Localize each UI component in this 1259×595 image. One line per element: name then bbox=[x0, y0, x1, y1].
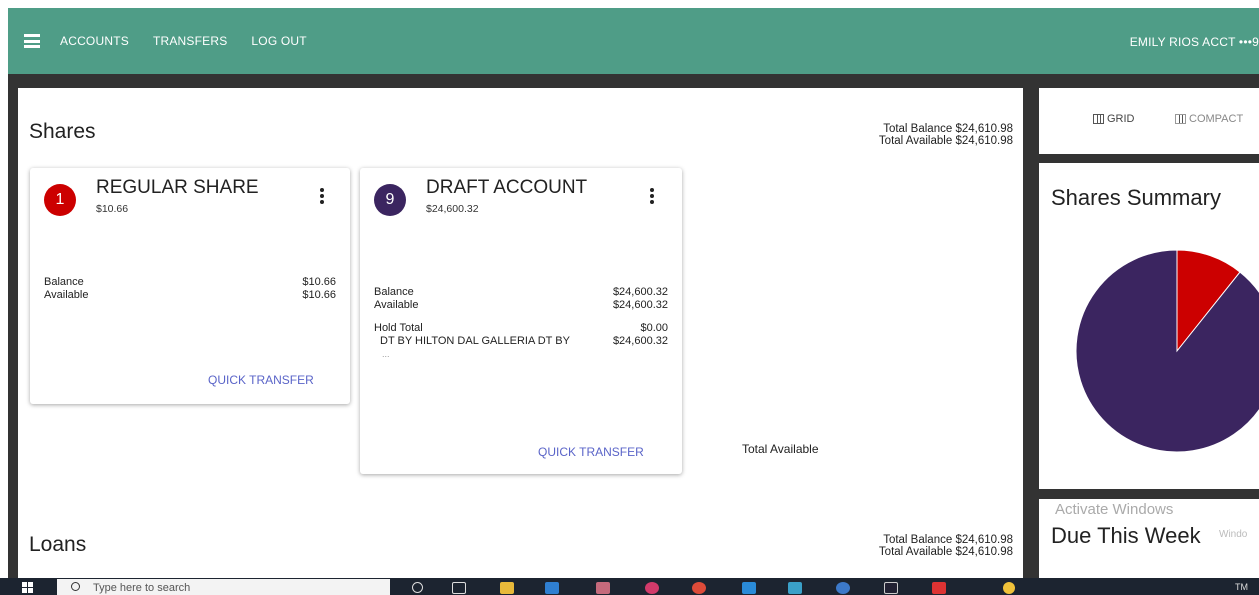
weather-icon[interactable] bbox=[1003, 582, 1015, 594]
row-value: $10.66 bbox=[302, 289, 336, 301]
loans-total-available-label: Total Available bbox=[878, 546, 953, 558]
shares-total-balance-label: Total Balance bbox=[883, 123, 953, 135]
loans-total-available-value: $24,610.98 bbox=[955, 546, 1013, 558]
nav-transfers[interactable]: TRANSFERS bbox=[153, 34, 227, 48]
balance-row: Balance $10.66 bbox=[44, 277, 336, 288]
more-options-icon[interactable] bbox=[320, 188, 324, 204]
windows-start-icon[interactable] bbox=[22, 582, 34, 593]
available-row: Available $10.66 bbox=[44, 290, 336, 301]
row-label: Balance bbox=[374, 286, 414, 298]
row-value: $10.66 bbox=[302, 276, 336, 288]
compact-icon bbox=[1175, 114, 1186, 124]
cortana-icon[interactable] bbox=[412, 582, 423, 593]
row-value: $24,600.32 bbox=[612, 335, 668, 347]
account-name: REGULAR SHARE bbox=[96, 177, 259, 198]
accounts-panel: Shares Total Balance $24,610.98 Total Av… bbox=[18, 88, 1023, 578]
nav-logout[interactable]: LOG OUT bbox=[251, 34, 306, 48]
shares-total-available-value: $24,610.98 bbox=[955, 135, 1013, 147]
loans-total-balance-value: $24,610.98 bbox=[955, 534, 1013, 546]
row-value: $0.00 bbox=[640, 322, 668, 334]
grid-label: GRID bbox=[1107, 113, 1135, 125]
chrome-icon[interactable] bbox=[692, 582, 706, 594]
account-badge: 1 bbox=[44, 184, 76, 216]
search-icon bbox=[71, 582, 80, 591]
photos-icon[interactable] bbox=[788, 582, 802, 594]
total-available-caption: Total Available bbox=[742, 442, 819, 456]
row-value: $24,600.32 bbox=[612, 286, 668, 298]
row-label: Balance bbox=[44, 276, 84, 288]
quick-transfer-button[interactable]: QUICK TRANSFER bbox=[538, 445, 644, 459]
shares-totals: Total Balance $24,610.98 Total Available… bbox=[879, 123, 1013, 147]
available-row: Available $24,600.32 bbox=[374, 300, 668, 311]
shares-total-available-label: Total Available bbox=[878, 135, 953, 147]
grid-view-button[interactable]: GRID bbox=[1093, 113, 1135, 125]
account-name: DRAFT ACCOUNT bbox=[426, 177, 588, 198]
more-options-icon[interactable] bbox=[650, 188, 654, 204]
due-this-week-title: Due This Week bbox=[1051, 523, 1201, 548]
windows-taskbar: Type here to search TM bbox=[0, 578, 1259, 595]
row-label: Available bbox=[44, 289, 89, 301]
due-this-week-panel: Activate Windows Due This Week Windo bbox=[1039, 499, 1259, 578]
account-badge: 9 bbox=[374, 184, 406, 216]
balance-row: Balance $24,600.32 bbox=[374, 287, 668, 298]
terminal-icon[interactable] bbox=[884, 582, 898, 594]
account-amount: $24,600.32 bbox=[426, 203, 479, 215]
task-view-icon[interactable] bbox=[452, 582, 466, 594]
row-label: Available bbox=[374, 299, 419, 311]
menu-icon[interactable] bbox=[24, 34, 40, 48]
acrobat-icon[interactable] bbox=[932, 582, 946, 594]
view-toggle-panel: GRID COMPACT bbox=[1039, 88, 1259, 154]
shares-heading: Shares bbox=[29, 120, 96, 143]
loans-total-balance-label: Total Balance bbox=[883, 534, 953, 546]
loans-heading: Loans bbox=[29, 533, 87, 556]
shares-total-balance-value: $24,610.98 bbox=[955, 123, 1013, 135]
row-label: DT BY HILTON DAL GALLERIA DT BY bbox=[380, 335, 570, 347]
hold-detail-row: DT BY HILTON DAL GALLERIA DT BY $24,600.… bbox=[380, 336, 668, 347]
tray-clock[interactable]: TM bbox=[1235, 582, 1248, 592]
grid-icon bbox=[1093, 114, 1104, 124]
account-card-draft-account: 9 DRAFT ACCOUNT $24,600.32 Balance $24,6… bbox=[360, 168, 682, 474]
user-account-menu[interactable]: EMILY RIOS ACCT •••9 bbox=[1130, 35, 1259, 49]
compact-view-button[interactable]: COMPACT bbox=[1175, 113, 1243, 125]
loans-totals: Total Balance $24,610.98 Total Available… bbox=[879, 534, 1013, 558]
hold-total-row: Hold Total $0.00 bbox=[374, 323, 668, 334]
account-card-regular-share: 1 REGULAR SHARE $10.66 Balance $10.66 Av… bbox=[30, 168, 350, 404]
row-label: Hold Total bbox=[374, 322, 423, 334]
row-value: $24,600.32 bbox=[612, 299, 668, 311]
mail-icon[interactable] bbox=[545, 582, 559, 594]
top-navigation-bar: ACCOUNTS TRANSFERS LOG OUT EMILY RIOS AC… bbox=[8, 8, 1259, 74]
hold-more-ellipsis: ... bbox=[382, 349, 668, 360]
activate-windows-watermark: Activate Windows bbox=[1055, 501, 1174, 518]
store-icon[interactable] bbox=[742, 582, 756, 594]
shares-pie-chart bbox=[1075, 249, 1259, 453]
quick-transfer-button[interactable]: QUICK TRANSFER bbox=[208, 373, 314, 387]
account-amount: $10.66 bbox=[96, 203, 129, 215]
ellipsis-text: ... bbox=[382, 349, 390, 359]
taskbar-search-placeholder: Type here to search bbox=[93, 582, 191, 594]
edge-icon[interactable] bbox=[836, 582, 850, 594]
nav-accounts[interactable]: ACCOUNTS bbox=[60, 34, 129, 48]
shares-summary-panel: Shares Summary bbox=[1039, 163, 1259, 489]
activate-windows-watermark-sub: Windo bbox=[1219, 529, 1248, 540]
taskbar-search-input[interactable]: Type here to search bbox=[57, 579, 390, 595]
paint-icon[interactable] bbox=[596, 582, 610, 594]
file-explorer-icon[interactable] bbox=[500, 582, 514, 594]
app-icon[interactable] bbox=[645, 582, 659, 594]
compact-label: COMPACT bbox=[1189, 113, 1244, 125]
